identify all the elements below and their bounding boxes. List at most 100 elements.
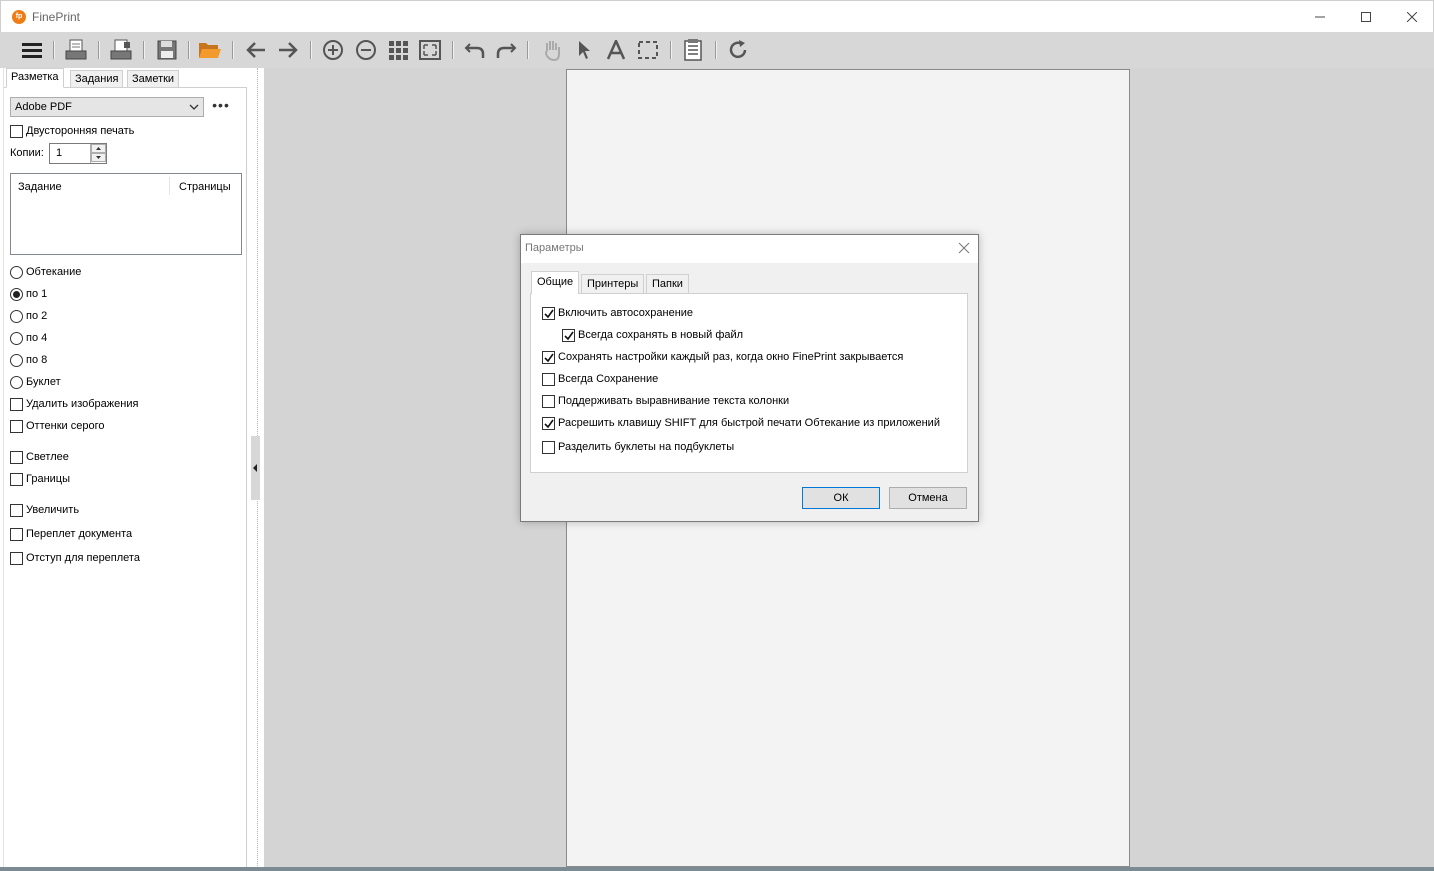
toolbar-separator (527, 41, 529, 59)
text-icon (606, 40, 626, 60)
hand-tool-button[interactable] (539, 37, 565, 63)
layout-radio-5[interactable] (10, 376, 23, 389)
grid-button[interactable] (385, 37, 411, 63)
tab-jobs[interactable]: Задания (70, 70, 124, 88)
checkmark-icon (544, 353, 554, 363)
save-button[interactable] (154, 37, 180, 63)
layout-radio-1[interactable] (10, 288, 23, 301)
dialog-option-1-checkbox[interactable] (562, 329, 575, 342)
pointer-tool-button[interactable] (571, 37, 597, 63)
notes-button[interactable] (680, 37, 706, 63)
dialog-option-3-checkbox[interactable] (542, 373, 555, 386)
ok-button[interactable]: ОК (802, 487, 880, 509)
job-list[interactable]: Задание Страницы (10, 173, 242, 255)
printer-select[interactable]: Adobe PDF (10, 97, 204, 117)
save-icon (157, 40, 177, 60)
back-icon (246, 42, 265, 58)
copies-down-button[interactable] (91, 153, 106, 162)
minimize-button[interactable] (1297, 1, 1343, 33)
toolbar-separator (715, 41, 717, 59)
print-icon (65, 39, 87, 60)
desktop-strip (0, 867, 1434, 871)
duplex-label: Двусторонняя печать (26, 125, 135, 137)
toolbar-separator (188, 41, 190, 59)
back-button[interactable] (243, 37, 269, 63)
option-checks_b-1-label: Границы (26, 473, 70, 485)
dialog-option-0-checkbox[interactable] (542, 307, 555, 320)
select-tool-button[interactable] (635, 37, 661, 63)
option-checks_b-1-checkbox[interactable] (10, 473, 23, 486)
minimize-icon (1315, 16, 1325, 18)
option-checks_c-1-checkbox[interactable] (10, 528, 23, 541)
dialog-option-2-checkbox[interactable] (542, 351, 555, 364)
tab-folders[interactable]: Папки (646, 274, 689, 293)
toolbar-separator (232, 41, 234, 59)
dialog-option-0-label: Включить автосохранение (558, 307, 694, 319)
close-icon (958, 242, 970, 254)
toolbar-separator (98, 41, 100, 59)
dialog-option-6-checkbox[interactable] (542, 441, 555, 454)
open-button[interactable] (197, 37, 223, 63)
chevron-left-icon (253, 464, 257, 472)
zoom-in-button[interactable] (320, 37, 346, 63)
close-button[interactable] (1389, 1, 1434, 33)
collapse-panel-button[interactable] (251, 436, 260, 500)
printer-more-button[interactable]: ••• (211, 97, 231, 117)
close-icon (1407, 12, 1417, 22)
tab-printers[interactable]: Принтеры (581, 274, 645, 293)
option-checks_a-1-checkbox[interactable] (10, 420, 23, 433)
undo-button[interactable] (462, 37, 488, 63)
dialog-option-4-label: Поддерживать выравнивание текста колонки (558, 395, 790, 407)
copies-up-button[interactable] (91, 144, 106, 153)
refresh-button[interactable] (725, 37, 751, 63)
dialog-close-button[interactable] (957, 241, 971, 255)
tab-layout[interactable]: Разметка (6, 68, 64, 88)
menu-icon (22, 43, 42, 58)
layout-radio-2[interactable] (10, 310, 23, 323)
checkmark-icon (564, 331, 574, 341)
redo-button[interactable] (493, 37, 519, 63)
layout-radio-0[interactable] (10, 266, 23, 279)
menu-button[interactable] (19, 37, 45, 63)
print-settings-button[interactable] (108, 37, 134, 63)
option-checks_a-0-checkbox[interactable] (10, 398, 23, 411)
layout-radio-4[interactable] (10, 354, 23, 367)
option-checks_a-1-label: Оттенки серого (26, 420, 105, 432)
tab-notes[interactable]: Заметки (127, 70, 180, 88)
forward-button[interactable] (275, 37, 301, 63)
select-icon (638, 41, 658, 59)
text-tool-button[interactable] (603, 37, 629, 63)
checkmark-icon (544, 419, 554, 429)
zoom-out-icon (356, 40, 376, 60)
job-list-header-job[interactable]: Задание (18, 181, 62, 193)
pointer-icon (579, 41, 590, 59)
maximize-button[interactable] (1343, 1, 1389, 33)
print-settings-icon (110, 39, 132, 60)
chevron-down-icon (96, 156, 101, 159)
option-checks_b-0-checkbox[interactable] (10, 451, 23, 464)
option-checks_c-1-label: Переплет документа (26, 528, 133, 540)
option-checks_c-0-checkbox[interactable] (10, 504, 23, 517)
zoom-out-button[interactable] (353, 37, 379, 63)
duplex-checkbox[interactable] (10, 125, 23, 138)
option-checks_c-2-checkbox[interactable] (10, 552, 23, 565)
undo-icon (464, 43, 485, 58)
dialog-option-2-label: Сохранять настройки каждый раз, когда ок… (558, 351, 904, 363)
dialog-option-5-checkbox[interactable] (542, 417, 555, 430)
cancel-button[interactable]: Отмена (889, 487, 967, 509)
tab-general[interactable]: Общие (531, 271, 580, 294)
dialog-option-3-label: Всегда Сохранение (558, 373, 659, 385)
notes-icon (684, 39, 702, 61)
layout-radio-label: по 2 (26, 310, 48, 322)
print-button[interactable] (63, 37, 89, 63)
toolbar-separator (452, 41, 454, 59)
dialog-option-4-checkbox[interactable] (542, 395, 555, 408)
layout-radio-3[interactable] (10, 332, 23, 345)
job-list-header-pages[interactable]: Страницы (179, 181, 231, 193)
chevron-down-icon (189, 104, 199, 110)
copies-label: Копии: (10, 147, 44, 159)
dialog-option-1-label: Всегда сохранять в новый файл (578, 329, 744, 341)
fit-page-button[interactable] (417, 37, 443, 63)
column-separator (169, 177, 170, 195)
refresh-icon (729, 40, 747, 59)
